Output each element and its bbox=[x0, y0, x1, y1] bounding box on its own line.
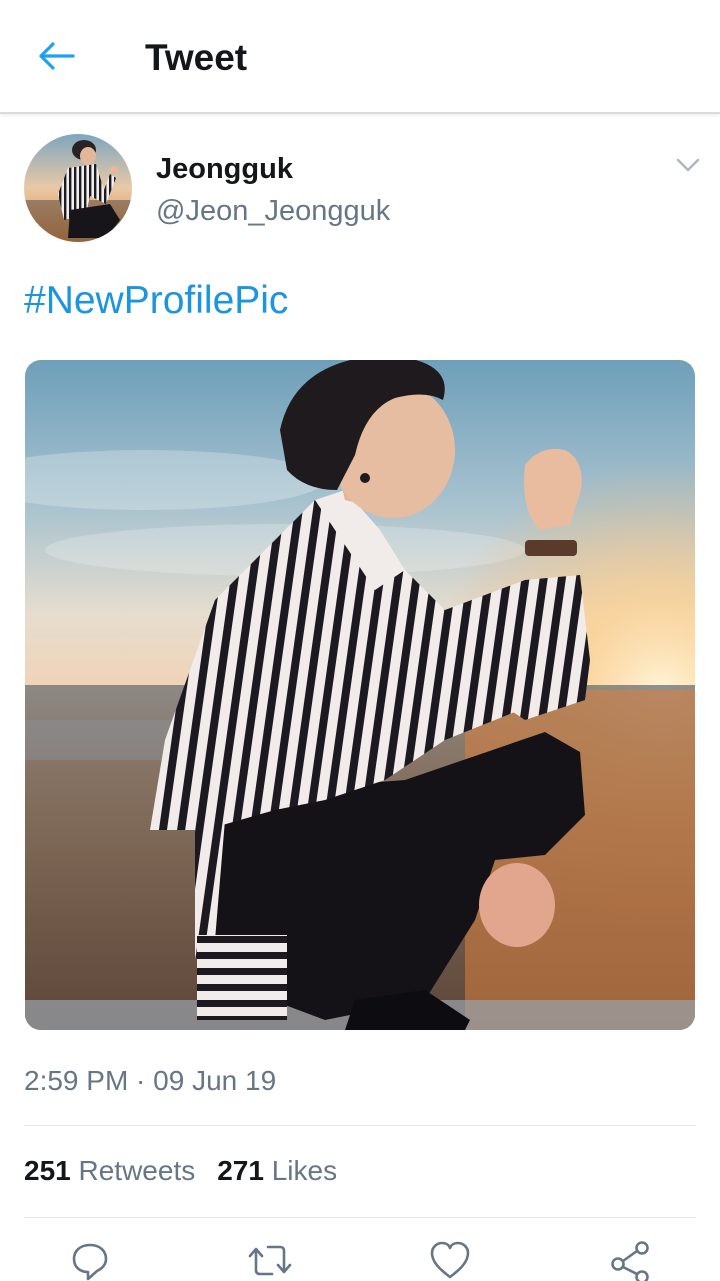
chevron-down-icon bbox=[676, 158, 700, 172]
photo bbox=[25, 360, 695, 1030]
divider bbox=[24, 1217, 696, 1218]
retweets-stat[interactable]: 251 Retweets bbox=[24, 1155, 195, 1186]
likes-label: Likes bbox=[271, 1155, 338, 1186]
share-button[interactable] bbox=[606, 1240, 654, 1281]
divider bbox=[24, 1125, 696, 1126]
like-button[interactable] bbox=[426, 1240, 474, 1281]
reply-icon bbox=[72, 1243, 108, 1281]
tweet-options-button[interactable] bbox=[670, 150, 706, 180]
retweets-label: Retweets bbox=[78, 1155, 196, 1186]
reply-button[interactable] bbox=[66, 1240, 114, 1281]
likes-stat[interactable]: 271 Likes bbox=[217, 1155, 337, 1186]
avatar[interactable] bbox=[24, 134, 132, 242]
author-handle[interactable]: @Jeon_Jeongguk bbox=[156, 194, 390, 228]
retweet-button[interactable] bbox=[246, 1240, 294, 1281]
author-name[interactable]: Jeongguk bbox=[156, 152, 293, 186]
arrow-left-icon bbox=[39, 42, 75, 70]
tweet-media-image[interactable] bbox=[25, 360, 695, 1030]
heart-icon bbox=[430, 1241, 470, 1279]
tweet-timestamp: 2:59 PM · 09 Jun 19 bbox=[24, 1065, 277, 1096]
avatar-image bbox=[24, 134, 132, 242]
hashtag-link[interactable]: #NewProfilePic bbox=[24, 278, 288, 324]
tweet-detail-screen: Tweet Jeongguk @Jeon_Jeongguk #NewProfil… bbox=[0, 0, 720, 1281]
tweet-stats: 251 Retweets 271 Likes bbox=[24, 1154, 337, 1188]
page-title: Tweet bbox=[145, 37, 248, 78]
retweets-count: 251 bbox=[24, 1155, 71, 1186]
retweet-icon bbox=[248, 1245, 292, 1276]
likes-count: 271 bbox=[217, 1155, 264, 1186]
back-button[interactable] bbox=[26, 30, 86, 82]
share-icon bbox=[611, 1241, 649, 1281]
app-header: Tweet bbox=[0, 0, 720, 114]
